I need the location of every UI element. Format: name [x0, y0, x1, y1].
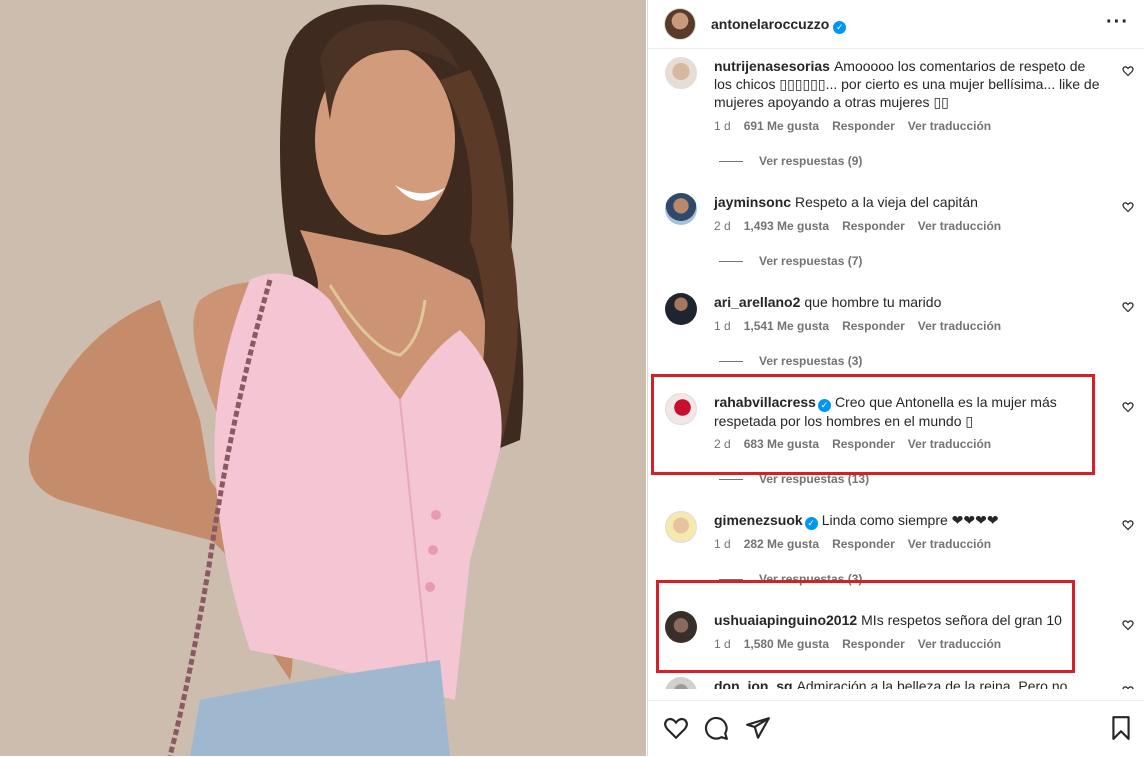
translate-button[interactable]: Ver traducción — [908, 537, 991, 551]
comment-like-icon[interactable] — [1122, 65, 1134, 77]
author-username-text[interactable]: antonelaroccuzzo — [711, 16, 829, 32]
comment-body: que hombre tu marido — [804, 294, 942, 310]
comment-like-icon[interactable] — [1122, 401, 1134, 413]
photo-illustration — [0, 0, 646, 756]
comment-body: Linda como siempre ❤❤❤❤ — [821, 512, 999, 528]
translate-button[interactable]: Ver traducción — [918, 637, 1001, 651]
post-actions — [648, 700, 1144, 757]
comment-icon[interactable] — [703, 715, 729, 741]
comment-meta: 2 d 683 Me gusta Responder Ver traducción — [714, 437, 1004, 451]
author-username[interactable]: antonelaroccuzzo ✓ — [711, 16, 847, 34]
post-photo — [0, 0, 646, 756]
comment-text: don_jon_sg Admiración a la belleza de la … — [714, 677, 1104, 689]
replies-divider — [719, 579, 743, 581]
comment-likes[interactable]: 1,493 Me gusta — [744, 219, 829, 233]
commenter-avatar[interactable] — [665, 193, 697, 225]
view-replies-button[interactable]: Ver respuestas (7) — [719, 254, 862, 268]
comment-likes[interactable]: 1,580 Me gusta — [744, 637, 829, 651]
view-replies-button[interactable]: Ver respuestas (13) — [719, 472, 869, 486]
translate-button[interactable]: Ver traducción — [908, 119, 991, 133]
post-sidebar: antonelaroccuzzo ✓ ··· nutrijenasesorias A… — [647, 0, 1144, 757]
comment-like-icon[interactable] — [1122, 619, 1134, 631]
post-header: antonelaroccuzzo ✓ ··· — [648, 0, 1144, 49]
translate-button[interactable]: Ver traducción — [918, 319, 1001, 333]
comment-text: ushuaiapinguino2012 MIs respetos señora d… — [714, 611, 1104, 629]
comment-like-icon[interactable] — [1122, 301, 1134, 313]
author-avatar[interactable] — [664, 8, 696, 40]
comment-meta: 1 d 1,541 Me gusta Responder Ver traducción — [714, 319, 1014, 333]
comment-likes[interactable]: 683 Me gusta — [744, 437, 819, 451]
commenter-avatar[interactable] — [665, 293, 697, 325]
replies-divider — [719, 161, 743, 163]
comment-age: 1 d — [714, 319, 731, 333]
reply-button[interactable]: Responder — [832, 119, 895, 133]
comment-likes[interactable]: 691 Me gusta — [744, 119, 819, 133]
comment-text: jayminsonc Respeto a la vieja del capitán — [714, 193, 1104, 211]
comment-text: rahabvillacress ✓ Creo que Antonella es la… — [714, 393, 1104, 430]
comment-age: 2 d — [714, 437, 731, 451]
commenter-avatar[interactable] — [665, 511, 697, 543]
comment-age: 1 d — [714, 637, 731, 651]
reply-button[interactable]: Responder — [842, 219, 905, 233]
commenter-username[interactable]: nutrijenasesorias — [714, 58, 830, 74]
comment-text: ari_arellano2 que hombre tu marido — [714, 293, 1104, 311]
replies-divider — [719, 261, 743, 263]
reply-button[interactable]: Responder — [832, 537, 895, 551]
view-replies-label[interactable]: Ver respuestas (9) — [759, 154, 862, 168]
comment-text: nutrijenasesorias Amooooo los comentarios… — [714, 57, 1104, 111]
commenter-username[interactable]: rahabvillacress — [714, 394, 816, 410]
view-replies-button[interactable]: Ver respuestas (3) — [719, 572, 862, 586]
comment-body: MIs respetos señora del gran 10 — [861, 612, 1062, 628]
view-replies-button[interactable]: Ver respuestas (3) — [719, 354, 862, 368]
heart-icon[interactable] — [663, 715, 689, 741]
comment-like-icon[interactable] — [1122, 685, 1134, 689]
verified-badge-icon: ✓ — [833, 21, 847, 34]
reply-button[interactable]: Responder — [832, 437, 895, 451]
verified-badge-icon: ✓ — [804, 517, 818, 530]
replies-divider — [719, 361, 743, 363]
comment-age: 1 d — [714, 537, 731, 551]
commenter-username[interactable]: ari_arellano2 — [714, 294, 800, 310]
view-replies-label[interactable]: Ver respuestas (3) — [759, 354, 862, 368]
view-replies-label[interactable]: Ver respuestas (7) — [759, 254, 862, 268]
commenter-avatar[interactable] — [665, 57, 697, 89]
comment-meta: 1 d 691 Me gusta Responder Ver traducción — [714, 119, 1004, 133]
commenter-username[interactable]: ushuaiapinguino2012 — [714, 612, 857, 628]
comment-meta: 1 d 282 Me gusta Responder Ver traducción — [714, 537, 1004, 551]
comment-body: Respeto a la vieja del capitán — [795, 194, 978, 210]
verified-badge-icon: ✓ — [817, 399, 831, 412]
translate-button[interactable]: Ver traducción — [908, 437, 991, 451]
share-icon[interactable] — [745, 715, 771, 741]
reply-button[interactable]: Responder — [842, 319, 905, 333]
comment-likes[interactable]: 282 Me gusta — [744, 537, 819, 551]
comment-age: 2 d — [714, 219, 731, 233]
comments-list: nutrijenasesorias Amooooo los comentarios… — [648, 49, 1144, 689]
comment-likes[interactable]: 1,541 Me gusta — [744, 319, 829, 333]
comment-meta: 1 d 1,580 Me gusta Responder Ver traducción — [714, 637, 1014, 651]
translate-button[interactable]: Ver traducción — [918, 219, 1001, 233]
comment-meta: 2 d 1,493 Me gusta Responder Ver traducción — [714, 219, 1014, 233]
comment-like-icon[interactable] — [1122, 201, 1134, 213]
reply-button[interactable]: Responder — [842, 637, 905, 651]
commenter-username[interactable]: jayminsonc — [714, 194, 791, 210]
replies-divider — [719, 479, 743, 481]
comment-age: 1 d — [714, 119, 731, 133]
bookmark-icon[interactable] — [1108, 715, 1134, 741]
commenter-username[interactable]: don_jon_sg — [714, 678, 793, 689]
comment-like-icon[interactable] — [1122, 519, 1134, 531]
commenter-avatar[interactable] — [665, 393, 697, 425]
view-replies-label[interactable]: Ver respuestas (13) — [759, 472, 869, 486]
more-options-icon[interactable]: ··· — [1106, 12, 1129, 32]
commenter-avatar[interactable] — [665, 677, 697, 689]
view-replies-button[interactable]: Ver respuestas (9) — [719, 154, 862, 168]
view-replies-label[interactable]: Ver respuestas (3) — [759, 572, 862, 586]
commenter-avatar[interactable] — [665, 611, 697, 643]
comment-text: gimenezsuok ✓ Linda como siempre ❤❤❤❤ — [714, 511, 1104, 530]
commenter-username[interactable]: gimenezsuok — [714, 512, 803, 528]
